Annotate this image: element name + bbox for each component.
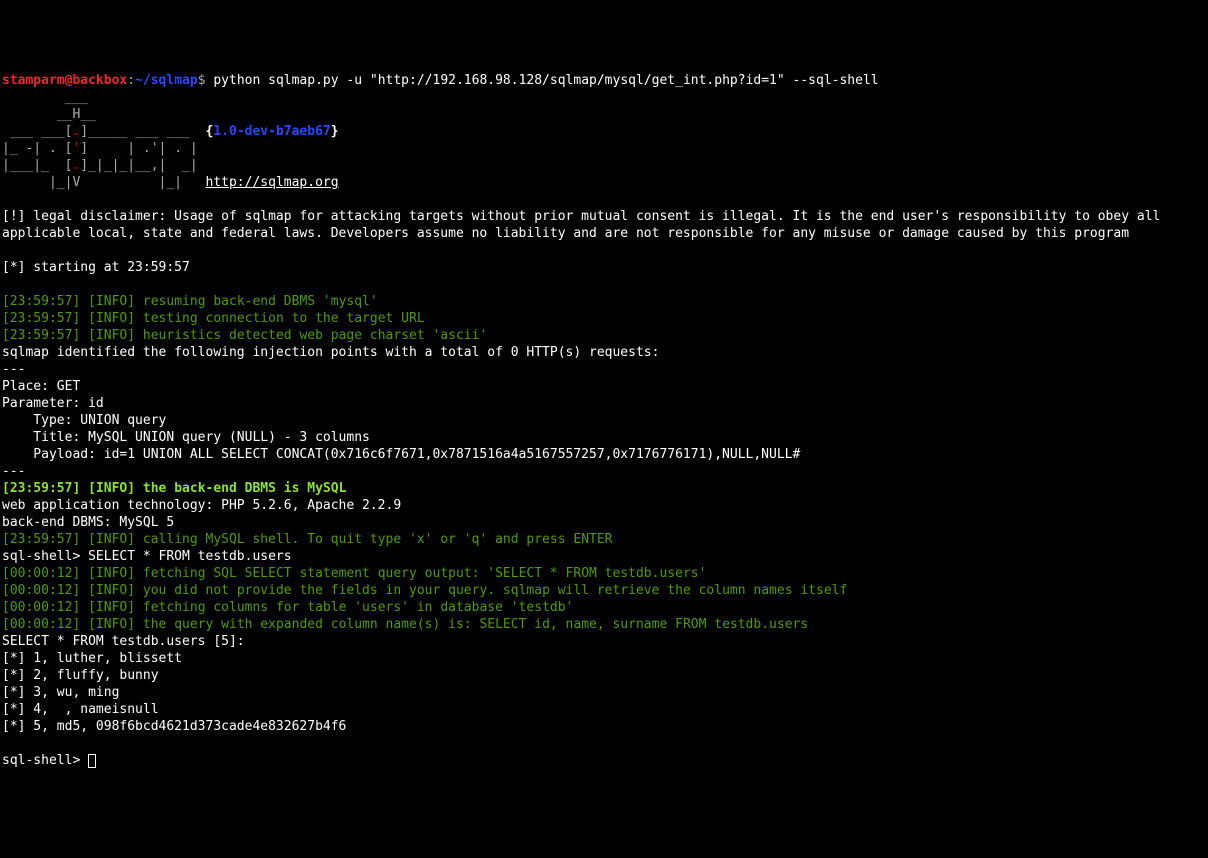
legal-disclaimer: [!] legal disclaimer: Usage of sqlmap fo…	[2, 208, 1206, 242]
injection-payload: Payload: id=1 UNION ALL SELECT CONCAT(0x…	[2, 447, 800, 462]
injection-title: Title: MySQL UNION query (NULL) - 3 colu…	[2, 430, 370, 445]
log-line: [00:00:12] [INFO] you did not provide th…	[2, 583, 847, 598]
ascii-art-line: ___	[2, 90, 88, 105]
separator: ---	[2, 362, 25, 377]
log-line: [00:00:12] [INFO] the query with expande…	[2, 617, 808, 632]
injection-type: Type: UNION query	[2, 413, 166, 428]
sql-input: SELECT * FROM testdb.users	[88, 549, 292, 564]
ascii-art-line: |___|_ [.]_|_|_|__,| _|	[2, 158, 198, 173]
result-row: [*] 2, fluffy, bunny	[2, 668, 159, 683]
log-line: [23:59:57] [INFO] heuristics detected we…	[2, 328, 487, 343]
prompt-path: ~/sqlmap	[135, 73, 198, 88]
separator: ---	[2, 464, 25, 479]
log-line: [23:59:57] [INFO] calling MySQL shell. T…	[2, 532, 613, 547]
sqlmap-url[interactable]: http://sqlmap.org	[206, 175, 339, 190]
sql-shell-prompt[interactable]: sql-shell>	[2, 753, 96, 768]
terminal-output[interactable]: stamparm@backbox:~/sqlmap$ python sqlmap…	[2, 72, 1206, 769]
log-line: [23:59:57] [INFO] resuming back-end DBMS…	[2, 294, 386, 309]
version-text: 1.0-dev-b7aeb67	[213, 124, 330, 139]
ascii-art-line: __H__	[2, 107, 96, 122]
result-header: SELECT * FROM testdb.users [5]:	[2, 634, 245, 649]
injection-header: sqlmap identified the following injectio…	[2, 345, 659, 360]
ascii-art-line: |_ -| . ['] | .'| . |	[2, 141, 198, 156]
prompt-line: stamparm@backbox:~/sqlmap$ python sqlmap…	[2, 73, 879, 88]
result-row: [*] 1, luther, blissett	[2, 651, 182, 666]
dbms-line: [23:59:57] [INFO] the back-end DBMS is M…	[2, 481, 346, 496]
log-line: [23:59:57] [INFO] testing connection to …	[2, 311, 425, 326]
log-line: [00:00:12] [INFO] fetching columns for t…	[2, 600, 573, 615]
prompt-user: stamparm@backbox	[2, 73, 127, 88]
injection-param: Parameter: id	[2, 396, 104, 411]
prompt-sep: :	[127, 73, 135, 88]
starting-line: [*] starting at 23:59:57	[2, 260, 190, 275]
log-line: [00:00:12] [INFO] fetching SQL SELECT st…	[2, 566, 706, 581]
command-text: python sqlmap.py -u "http://192.168.98.1…	[206, 73, 879, 88]
injection-place: Place: GET	[2, 379, 80, 394]
prompt-symbol: $	[198, 73, 206, 88]
ascii-art-line: |_|V |_| http://sqlmap.org	[2, 175, 339, 190]
ascii-art-line: ___ ___[.]_____ ___ ___ {1.0-dev-b7aeb67…	[2, 124, 339, 139]
result-row: [*] 5, md5, 098f6bcd4621d373cade4e832627…	[2, 719, 346, 734]
cursor-icon	[88, 754, 96, 768]
result-row: [*] 3, wu, ming	[2, 685, 119, 700]
result-row: [*] 4, , nameisnull	[2, 702, 159, 717]
backend-dbms-line: back-end DBMS: MySQL 5	[2, 515, 174, 530]
web-tech-line: web application technology: PHP 5.2.6, A…	[2, 498, 401, 513]
sql-shell-line: sql-shell> SELECT * FROM testdb.users	[2, 549, 292, 564]
